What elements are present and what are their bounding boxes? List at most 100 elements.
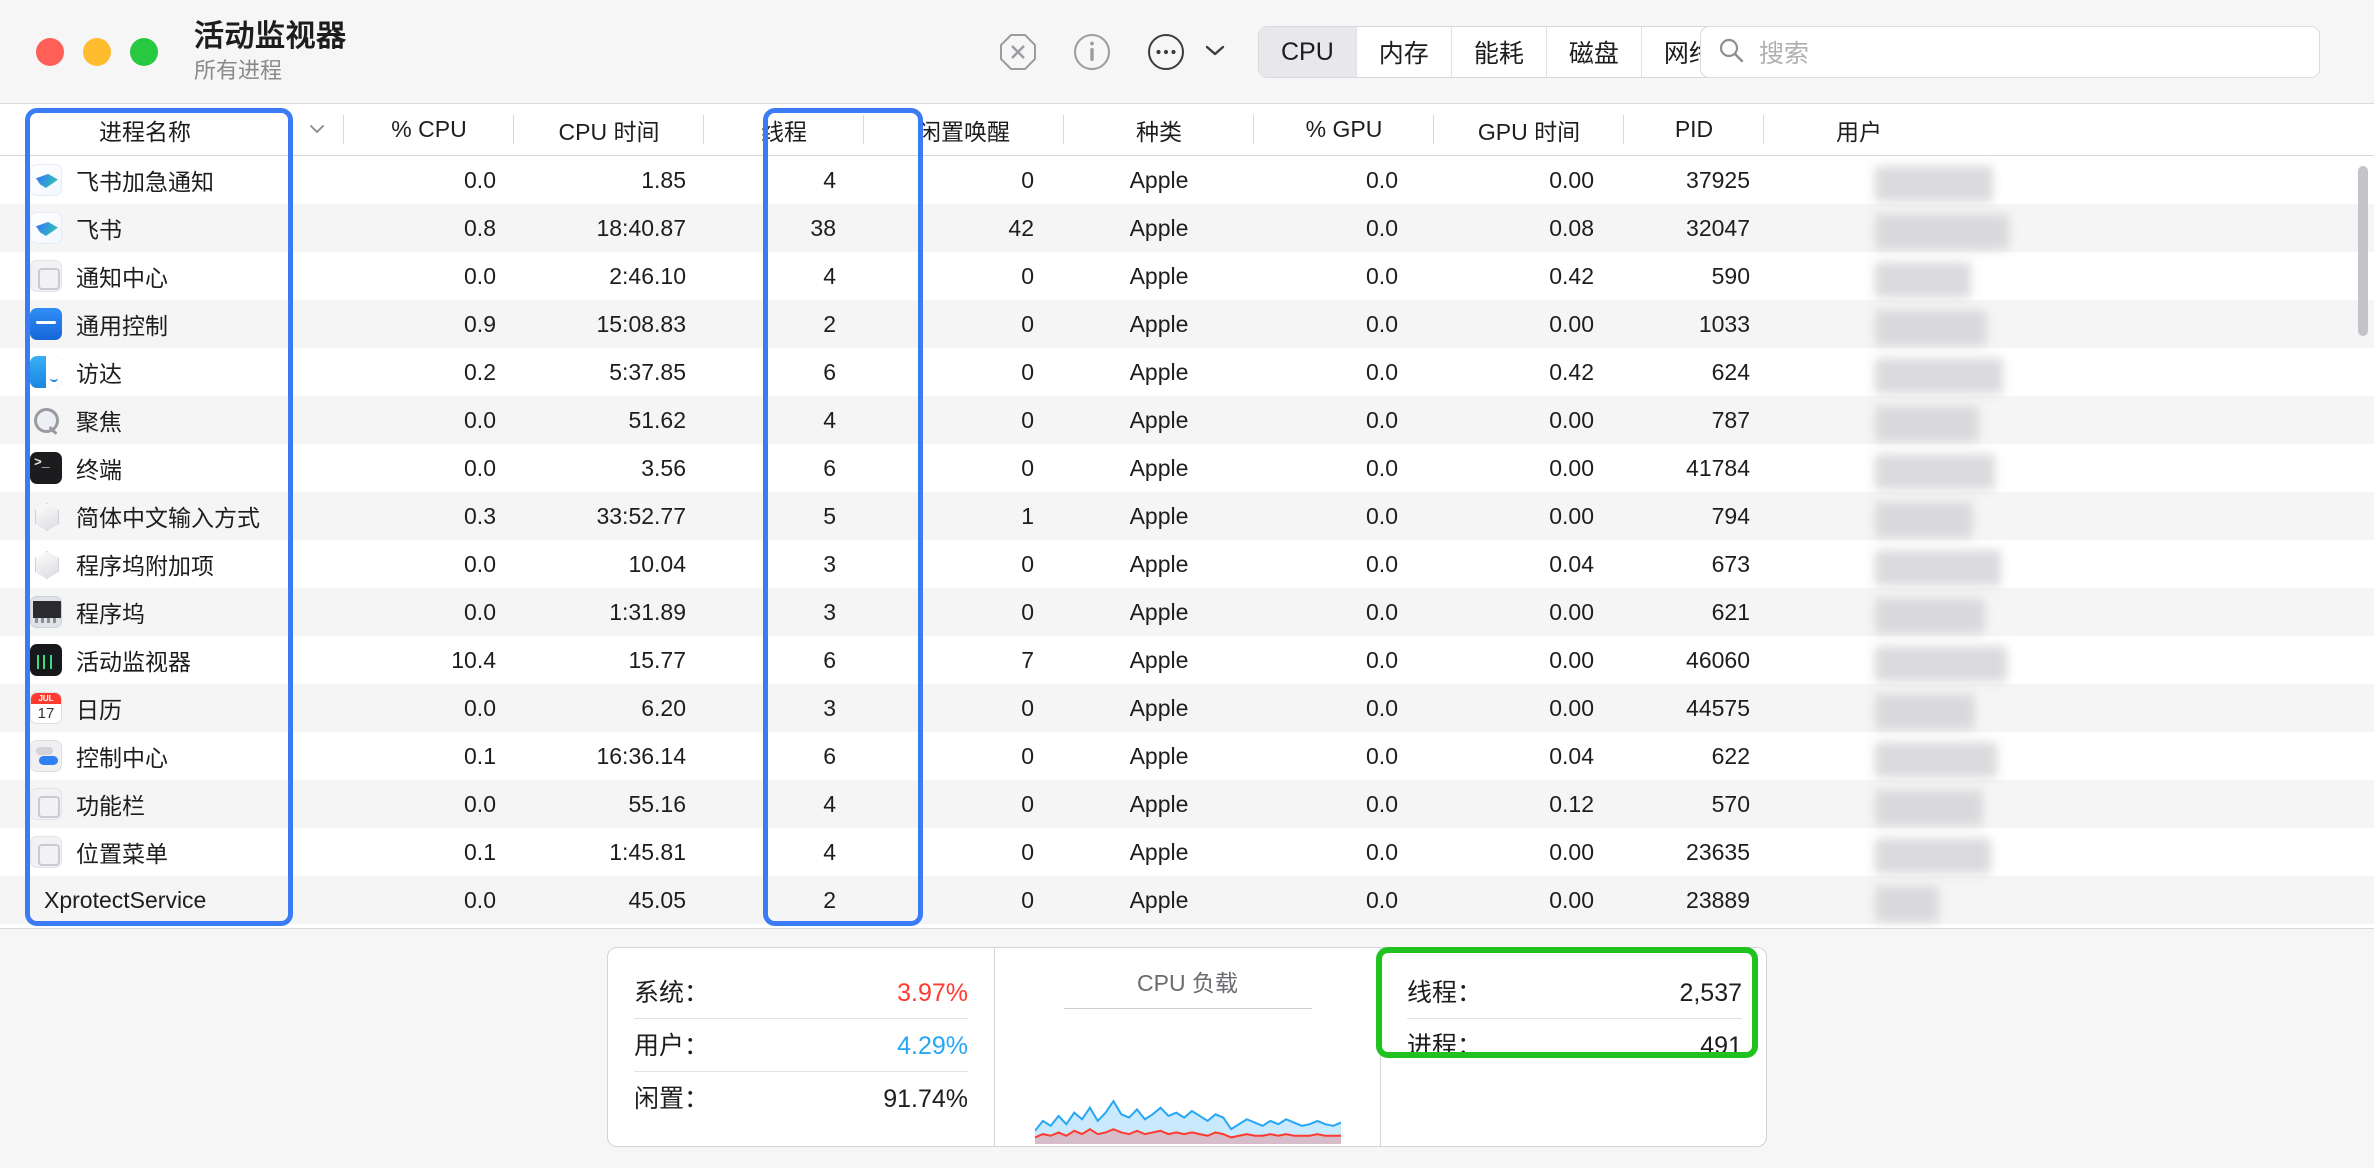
cell-pid: 570 [1711, 790, 1750, 817]
column-header-idlewake-label: 闲置唤醒 [918, 118, 1010, 145]
table-row[interactable]: 控制中心 0.1 16:36.14 6 0 Apple 0.0 0.04 622 [0, 732, 2374, 780]
cell-spacer [290, 588, 344, 636]
cell-kind: Apple [1129, 550, 1189, 577]
tab-memory[interactable]: 内存 [1356, 27, 1452, 77]
cell-user [1764, 300, 1954, 348]
cell-cpu-time: 1:31.89 [609, 598, 686, 625]
cpu-load-graph: CPU 负载 [995, 948, 1381, 1146]
table-row[interactable]: 位置菜单 0.1 1:45.81 4 0 Apple 0.0 0.00 23635 [0, 828, 2374, 876]
column-header-gpu-label: % GPU [1305, 116, 1383, 142]
table-row[interactable]: 程序坞 0.0 1:31.89 3 0 Apple 0.0 0.00 621 [0, 588, 2374, 636]
cpu-summary-panel: 系统： 3.97% 用户： 4.29% 闲置： 91.74% CPU 负载 线程… [607, 947, 1767, 1147]
cell-cpu-percent: 0.3 [464, 502, 496, 529]
cell-process-name: 简体中文输入方式 [0, 492, 290, 540]
column-header-gputime-label: GPU 时间 [1477, 118, 1581, 145]
table-row[interactable]: 聚焦 0.0 51.62 4 0 Apple 0.0 0.00 787 [0, 396, 2374, 444]
cell-gpu-time: 0.00 [1549, 694, 1594, 721]
scrollbar-thumb[interactable] [2358, 166, 2368, 336]
cell-idle-wakeups: 42 [1008, 214, 1034, 241]
column-header-idlewake[interactable]: 闲置唤醒 [864, 104, 1064, 155]
table-row[interactable]: 飞书加急通知 0.0 1.85 4 0 Apple 0.0 0.00 37925 [0, 156, 2374, 204]
more-options-icon[interactable] [1138, 24, 1194, 80]
cell-gpu-percent: 0.0 [1366, 886, 1398, 913]
finder-icon [30, 356, 62, 388]
process-name-label: XprotectService [44, 886, 207, 913]
column-header-user[interactable]: 用户 [1764, 104, 1954, 155]
minimize-window-button[interactable] [83, 37, 111, 66]
table-row[interactable]: 程序坞附加项 0.0 10.04 3 0 Apple 0.0 0.04 673 [0, 540, 2374, 588]
table-row[interactable]: 飞书 0.8 18:40.87 38 42 Apple 0.0 0.08 32047 [0, 204, 2374, 252]
column-header-threads[interactable]: 线程 [704, 104, 864, 155]
cell-user [1764, 540, 1954, 588]
process-name-label: 终端 [76, 457, 122, 483]
stop-process-icon[interactable] [990, 24, 1046, 80]
cell-gpu-percent: 0.0 [1366, 214, 1398, 241]
table-row[interactable]: 终端 0.0 3.56 6 0 Apple 0.0 0.00 41784 [0, 444, 2374, 492]
column-header-kind[interactable]: 种类 [1064, 104, 1254, 155]
cell-cpu-percent: 0.0 [464, 598, 496, 625]
footer-panel: 系统： 3.97% 用户： 4.29% 闲置： 91.74% CPU 负载 线程… [0, 928, 2374, 1168]
cell-gpu-time: 0.00 [1549, 502, 1594, 529]
chevron-down-icon[interactable] [1202, 40, 1228, 65]
cell-user [1764, 876, 1954, 924]
inspect-process-icon[interactable] [1064, 24, 1120, 80]
column-header-user-label: 用户 [1836, 118, 1882, 145]
column-sort-indicator[interactable] [290, 104, 344, 155]
search-field[interactable]: 搜索 [1700, 26, 2320, 78]
table-row[interactable]: 通知中心 0.0 2:46.10 4 0 Apple 0.0 0.42 590 [0, 252, 2374, 300]
column-header-gputime[interactable]: GPU 时间 [1434, 104, 1624, 155]
cell-gpu-time: 0.08 [1549, 214, 1594, 241]
cell-cpu-time: 15:08.83 [596, 310, 686, 337]
table-row[interactable]: 日历 0.0 6.20 3 0 Apple 0.0 0.00 44575 [0, 684, 2374, 732]
tab-disk[interactable]: 磁盘 [1546, 27, 1642, 77]
table-row[interactable]: 访达 0.2 5:37.85 6 0 Apple 0.0 0.42 624 [0, 348, 2374, 396]
column-header-cputime[interactable]: CPU 时间 [514, 104, 704, 155]
cell-process-name: 飞书加急通知 [0, 156, 290, 204]
cell-gpu-time: 0.00 [1549, 646, 1594, 673]
window-titlebar: 活动监视器 所有进程 CPU 内存 能耗 磁盘 网络 搜索 [0, 0, 2374, 104]
table-row[interactable]: 活动监视器 10.4 15.77 6 7 Apple 0.0 0.00 46060 [0, 636, 2374, 684]
feishu-app-icon [30, 212, 62, 244]
cell-process-name: 程序坞附加项 [0, 540, 290, 588]
column-header-name[interactable]: 进程名称 [0, 104, 290, 155]
table-row[interactable]: 简体中文输入方式 0.3 33:52.77 5 1 Apple 0.0 0.00 794 [0, 492, 2374, 540]
cell-gpu-time: 0.00 [1549, 310, 1594, 337]
cell-gpu-percent: 0.0 [1366, 550, 1398, 577]
cell-cpu-percent: 0.1 [464, 838, 496, 865]
notification-center-icon [30, 260, 62, 292]
maximize-window-button[interactable] [130, 37, 158, 66]
cell-user [1764, 252, 1954, 300]
column-header-gpu[interactable]: % GPU [1254, 104, 1434, 155]
window-title-block: 活动监视器 所有进程 [194, 20, 347, 83]
tab-cpu[interactable]: CPU [1259, 27, 1357, 77]
close-window-button[interactable] [36, 37, 64, 66]
tab-energy[interactable]: 能耗 [1451, 27, 1547, 77]
cell-process-name: 终端 [0, 444, 290, 492]
table-row[interactable]: XprotectService 0.0 45.05 2 0 Apple 0.0 0.00 238… [0, 876, 2374, 924]
cell-spacer [290, 156, 344, 204]
column-header-cpu[interactable]: % CPU [344, 104, 514, 155]
more-options-group[interactable] [1138, 24, 1228, 80]
cell-user [1764, 732, 1954, 780]
cell-gpu-percent: 0.0 [1366, 310, 1398, 337]
column-header-pid[interactable]: PID [1624, 104, 1764, 155]
process-name-label: 飞书 [76, 217, 122, 243]
cell-gpu-time: 0.04 [1549, 742, 1594, 769]
cell-threads: 6 [823, 742, 836, 769]
process-row-list: 飞书加急通知 0.0 1.85 4 0 Apple 0.0 0.00 37925 飞书 0.8 18:… [0, 156, 2374, 924]
stat-value-threads: 2,537 [1679, 979, 1742, 1007]
column-header-cpu-label: % CPU [391, 116, 467, 142]
cell-process-name: XprotectService [0, 876, 290, 924]
cell-cpu-time: 15.77 [628, 646, 686, 673]
table-row[interactable]: 通用控制 0.9 15:08.83 2 0 Apple 0.0 0.00 1033 [0, 300, 2374, 348]
cell-cpu-percent: 0.0 [464, 550, 496, 577]
vertical-scrollbar[interactable] [2358, 166, 2368, 926]
cell-pid: 590 [1711, 262, 1750, 289]
table-row[interactable]: 功能栏 0.0 55.16 4 0 Apple 0.0 0.12 570 [0, 780, 2374, 828]
resource-tabs[interactable]: CPU 内存 能耗 磁盘 网络 [1258, 26, 1737, 78]
column-header-cputime-label: CPU 时间 [558, 118, 660, 145]
cell-cpu-percent: 0.1 [464, 742, 496, 769]
stat-row-system: 系统： 3.97% [634, 966, 968, 1019]
cell-idle-wakeups: 0 [1021, 166, 1034, 193]
traffic-light-controls [36, 37, 158, 66]
